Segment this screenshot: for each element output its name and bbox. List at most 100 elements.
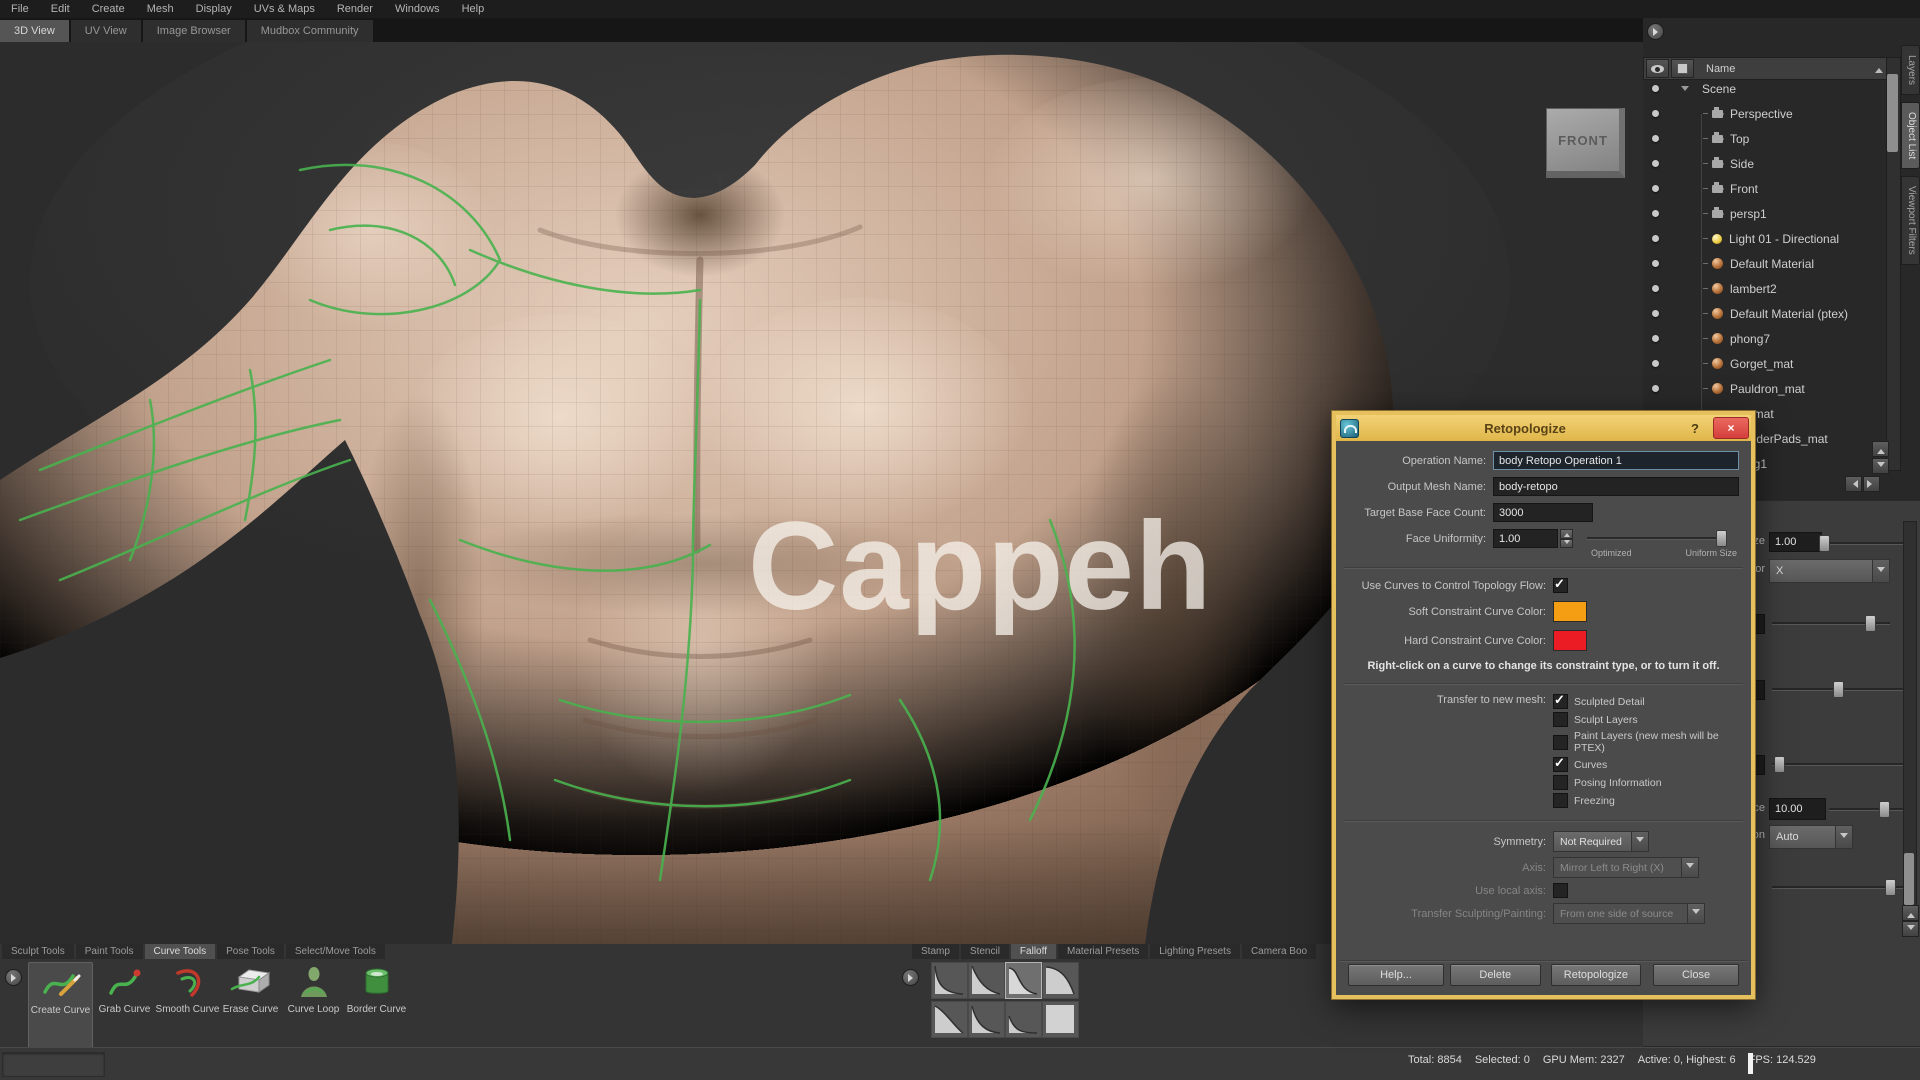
menu-help[interactable]: Help: [451, 3, 496, 15]
tool-curve-loop[interactable]: Curve Loop: [282, 962, 345, 1047]
retopologize-button[interactable]: Retopologize: [1550, 964, 1641, 986]
tree-item-side[interactable]: Side: [1643, 151, 1886, 176]
tab-falloff[interactable]: Falloff: [1010, 944, 1056, 959]
falloff-preset-6[interactable]: [968, 1001, 1005, 1038]
scroll-right-button[interactable]: [1863, 476, 1880, 492]
tree-item-default-material[interactable]: Default Material: [1643, 251, 1886, 276]
direction-dropdown[interactable]: Auto: [1769, 825, 1853, 849]
slider-a-knob[interactable]: [1865, 615, 1876, 632]
slider-d-knob[interactable]: [1885, 879, 1896, 896]
tree-item-scene[interactable]: Scene: [1643, 76, 1886, 101]
visibility-dot[interactable]: [1652, 110, 1659, 117]
props-scroll-down-button[interactable]: [1902, 921, 1919, 937]
tab-stamp[interactable]: Stamp: [912, 944, 959, 959]
option-posing-information[interactable]: Posing Information: [1553, 775, 1739, 790]
size-slider-knob[interactable]: [1819, 535, 1830, 552]
visibility-dot[interactable]: [1652, 235, 1659, 242]
falloff-preset-2[interactable]: [968, 962, 1005, 999]
menu-edit[interactable]: Edit: [40, 3, 81, 15]
menu-file[interactable]: File: [0, 3, 40, 15]
sculpted-detail-checkbox[interactable]: [1553, 692, 1568, 709]
props-scrollbar-thumb[interactable]: [1904, 853, 1914, 905]
tool-smooth-curve[interactable]: Smooth Curve: [156, 962, 219, 1047]
visibility-dot[interactable]: [1652, 285, 1659, 292]
target-face-count-input[interactable]: 3000: [1493, 503, 1593, 522]
hard-constraint-color-swatch[interactable]: [1553, 630, 1587, 651]
mirror-dropdown[interactable]: X: [1769, 559, 1890, 583]
distance-slider[interactable]: [1829, 808, 1903, 811]
visibility-dot[interactable]: [1652, 210, 1659, 217]
menu-display[interactable]: Display: [185, 3, 243, 15]
face-uniformity-input[interactable]: 1.00: [1493, 529, 1558, 548]
close-button[interactable]: Close: [1653, 964, 1739, 986]
tree-item-gorget-mat[interactable]: Gorget_mat: [1643, 351, 1886, 376]
tab-object-list[interactable]: Object List: [1901, 102, 1920, 170]
tool-create-curve[interactable]: Create Curve: [28, 962, 93, 1049]
preset-tray-expander-icon[interactable]: [902, 969, 919, 986]
soft-constraint-color-swatch[interactable]: [1553, 601, 1587, 622]
tab-lighting-presets[interactable]: Lighting Presets: [1150, 944, 1240, 959]
posing-information-checkbox[interactable]: [1553, 775, 1568, 790]
view-cube[interactable]: FRONT: [1546, 108, 1625, 178]
symmetry-dropdown[interactable]: Not Required: [1553, 831, 1649, 852]
operation-name-input[interactable]: body Retopo Operation 1: [1493, 451, 1739, 470]
tool-erase-curve[interactable]: Erase Curve: [219, 962, 282, 1047]
tree-item-front[interactable]: Front: [1643, 176, 1886, 201]
visibility-dot[interactable]: [1652, 135, 1659, 142]
tray-expander-icon[interactable]: [5, 969, 22, 986]
name-column-header[interactable]: Name: [1706, 63, 1875, 75]
falloff-preset-3-selected[interactable]: [1005, 962, 1042, 999]
visibility-dot[interactable]: [1652, 160, 1659, 167]
scroll-down-button[interactable]: [1872, 458, 1889, 474]
tree-item-light01[interactable]: Light 01 - Directional: [1643, 226, 1886, 251]
tool-grab-curve[interactable]: Grab Curve: [93, 962, 156, 1047]
slider-c[interactable]: [1772, 763, 1908, 766]
help-button[interactable]: Help...: [1348, 964, 1444, 986]
curves-checkbox[interactable]: [1553, 755, 1568, 772]
tree-item-default-material-ptex[interactable]: Default Material (ptex): [1643, 301, 1886, 326]
tree-item-persp1[interactable]: persp1: [1643, 201, 1886, 226]
tab-stencil[interactable]: Stencil: [960, 944, 1009, 959]
face-uniformity-slider-knob[interactable]: [1716, 530, 1727, 547]
tab-viewport-filters[interactable]: Viewport Filters: [1901, 176, 1920, 265]
size-input[interactable]: 1.00: [1769, 532, 1822, 552]
falloff-preset-5[interactable]: [931, 1001, 968, 1038]
visibility-dot[interactable]: [1652, 260, 1659, 267]
option-sculpt-layers[interactable]: Sculpt Layers: [1553, 712, 1739, 727]
visibility-dot[interactable]: [1652, 360, 1659, 367]
scroll-up-button[interactable]: [1872, 441, 1889, 457]
tab-curve-tools[interactable]: Curve Tools: [144, 944, 216, 959]
props-scroll-up-button[interactable]: [1902, 905, 1919, 921]
distance-input[interactable]: 10.00: [1769, 798, 1826, 820]
slider-c-knob[interactable]: [1774, 756, 1785, 773]
option-curves[interactable]: Curves: [1553, 755, 1739, 772]
dialog-help-button[interactable]: ?: [1691, 421, 1699, 436]
paint-layers-checkbox[interactable]: [1553, 734, 1568, 750]
falloff-preset-8[interactable]: [1042, 1001, 1079, 1038]
delete-button[interactable]: Delete: [1449, 964, 1541, 986]
tab-mudbox-community[interactable]: Mudbox Community: [246, 20, 373, 42]
visibility-dot[interactable]: [1652, 385, 1659, 392]
tab-select-move-tools[interactable]: Select/Move Tools: [285, 944, 385, 959]
visibility-dot[interactable]: [1652, 335, 1659, 342]
tab-paint-tools[interactable]: Paint Tools: [75, 944, 143, 959]
menu-render[interactable]: Render: [326, 3, 384, 15]
tool-border-curve[interactable]: Border Curve: [345, 962, 408, 1047]
size-slider[interactable]: [1821, 542, 1908, 545]
option-paint-layers[interactable]: Paint Layers (new mesh will be PTEX): [1553, 730, 1739, 754]
tree-item-lambert2[interactable]: lambert2: [1643, 276, 1886, 301]
output-mesh-name-input[interactable]: body-retopo: [1493, 477, 1739, 496]
expand-icon[interactable]: [1681, 86, 1689, 95]
tab-camera-bookmarks[interactable]: Camera Boo: [1241, 944, 1317, 959]
menu-uvs-maps[interactable]: UVs & Maps: [243, 3, 326, 15]
option-sculpted-detail[interactable]: Sculpted Detail: [1553, 692, 1739, 709]
menu-create[interactable]: Create: [81, 3, 136, 15]
distance-slider-knob[interactable]: [1879, 801, 1890, 818]
tab-layers[interactable]: Layers: [1901, 45, 1920, 96]
dialog-close-button[interactable]: ×: [1713, 417, 1749, 439]
tab-image-browser[interactable]: Image Browser: [142, 20, 245, 42]
scrollbar-thumb[interactable]: [1887, 74, 1898, 152]
panel-expander-icon[interactable]: [1647, 23, 1664, 40]
scroll-left-button[interactable]: [1845, 476, 1862, 492]
option-freezing[interactable]: Freezing: [1553, 793, 1739, 808]
